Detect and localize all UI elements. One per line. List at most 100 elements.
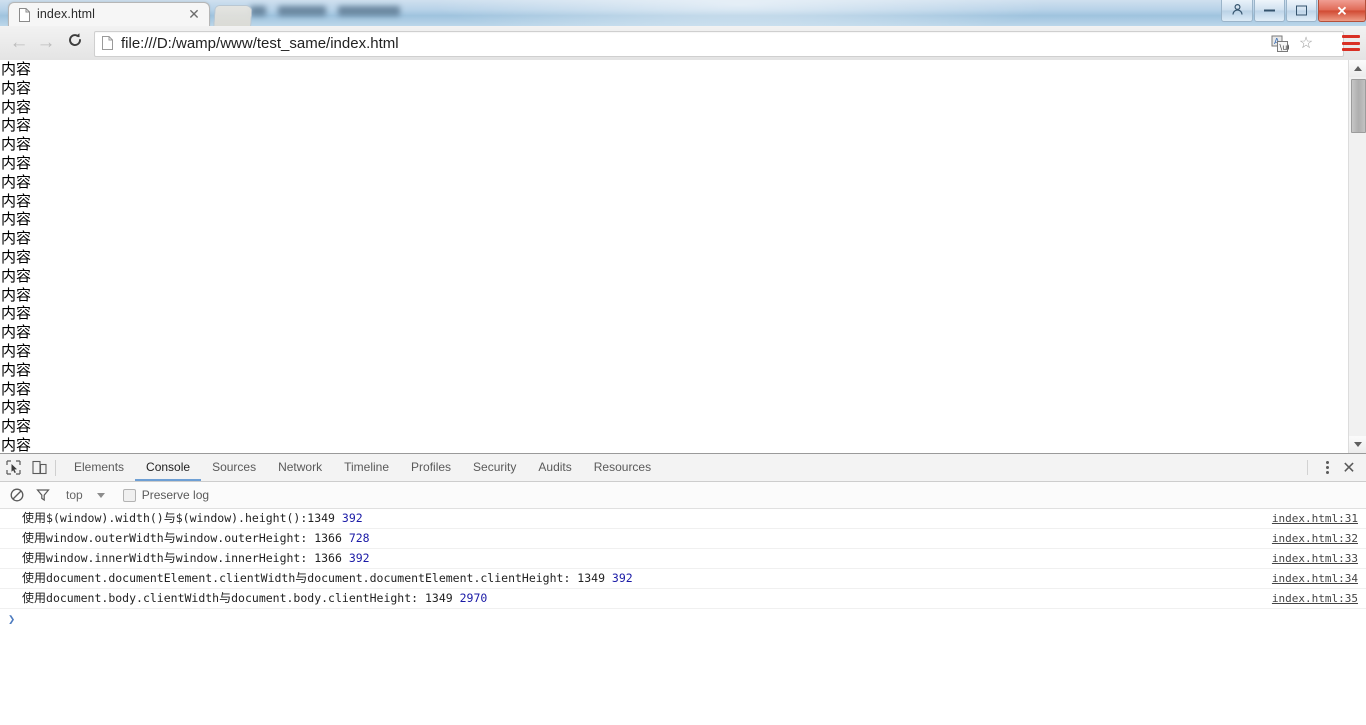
devtools-tab-label: Audits <box>538 459 572 474</box>
page-content-line: 内容 <box>1 266 32 285</box>
console-message-text: 使用document.documentElement.clientWidth与d… <box>0 569 633 588</box>
person-icon <box>1222 3 1252 19</box>
console-message-zh-mid: 与 <box>163 531 176 545</box>
devtools-tab-label: Console <box>146 459 191 474</box>
devtools-tab-network[interactable]: Network <box>267 454 333 481</box>
maximize-button[interactable] <box>1286 0 1317 22</box>
console-message-text: 使用window.outerWidth与window.outerHeight: … <box>0 529 370 548</box>
devtools-tab-label: Elements <box>74 459 125 474</box>
devtools-tab-label: Timeline <box>344 459 390 474</box>
console-message-source-link[interactable]: index.html:31 <box>1272 509 1358 528</box>
page-content-line: 内容 <box>1 60 32 78</box>
page-content-line: 内容 <box>1 398 32 417</box>
page-favicon-icon <box>19 8 30 22</box>
bookmark-star-icon[interactable]: ☆ <box>1297 35 1315 53</box>
user-profile-button[interactable] <box>1221 0 1253 22</box>
reload-icon <box>69 33 81 46</box>
address-bar[interactable]: file:///D:/wamp/www/test_same/index.html… <box>94 31 1344 57</box>
page-content-line: 内容 <box>1 116 32 135</box>
chrome-menu-button[interactable] <box>1342 35 1360 51</box>
console-message-row: 使用$(window).width()与$(window).height():1… <box>0 509 1366 529</box>
devtools-tab-profiles[interactable]: Profiles <box>400 454 462 481</box>
scroll-down-arrow[interactable] <box>1349 436 1366 453</box>
browser-toolbar: ← → file:///D:/wamp/www/test_same/index.… <box>0 26 1366 61</box>
console-message-zh-prefix: 使用 <box>22 551 47 565</box>
devtools-tab-resources[interactable]: Resources <box>583 454 662 481</box>
devtools-tabbar: Elements Console Sources Network Timeline Pro… <box>0 454 1366 482</box>
devtools-tab-console[interactable]: Console <box>135 454 202 481</box>
clear-console-icon <box>10 488 24 502</box>
console-message-text: 使用window.innerWidth与window.innerHeight: … <box>0 549 370 568</box>
page-content-line: 内容 <box>1 304 32 323</box>
console-message-source-link[interactable]: index.html:33 <box>1272 549 1358 568</box>
devtools-tab-label: Security <box>473 459 517 474</box>
devtools-tab-label: Resources <box>593 459 652 474</box>
clear-console-button[interactable] <box>6 484 28 506</box>
console-message-code-2: document.documentElement.clientHeight: 1… <box>307 571 612 585</box>
filter-button[interactable] <box>32 484 54 506</box>
devtools-tab-security[interactable]: Security <box>462 454 527 481</box>
console-input[interactable] <box>21 609 1366 629</box>
device-toolbar-button[interactable] <box>26 455 52 481</box>
device-toolbar-icon <box>31 460 47 475</box>
page-vertical-scrollbar[interactable] <box>1348 60 1366 453</box>
console-message-code: document.body.clientWidth <box>46 591 220 605</box>
devtools-tabbar-right: ✕ <box>1307 454 1362 481</box>
console-message-row: 使用document.body.clientWidth与document.bod… <box>0 589 1366 609</box>
scrollbar-thumb[interactable] <box>1351 79 1366 133</box>
console-message-number: 392 <box>341 511 363 525</box>
reload-button[interactable] <box>64 32 86 54</box>
console-message-zh-mid: 与 <box>163 551 176 565</box>
minimize-button[interactable] <box>1254 0 1285 22</box>
page-content-line: 内容 <box>1 323 32 342</box>
tab-close-icon[interactable]: ✕ <box>187 7 201 22</box>
scroll-up-arrow[interactable] <box>1349 60 1366 77</box>
page-content-line: 内容 <box>1 172 32 191</box>
svg-text:\u6587: \u6587 <box>1280 43 1290 52</box>
console-message-zh-mid: 与 <box>163 511 176 525</box>
new-tab-button[interactable] <box>213 5 253 26</box>
page-info-icon[interactable] <box>102 36 113 50</box>
inspect-element-button[interactable] <box>0 455 26 481</box>
console-message-code-2: window.outerHeight: 1366 <box>175 531 349 545</box>
console-message-source-link[interactable]: index.html:35 <box>1272 589 1358 608</box>
preserve-log-toggle[interactable]: Preserve log <box>122 488 210 502</box>
devtools-more-menu-button[interactable] <box>1318 459 1336 477</box>
title-bar: index.html ✕ ✕ <box>0 0 1366 26</box>
devtools-tab-elements[interactable]: Elements <box>63 454 135 481</box>
console-prompt-row[interactable]: ❯ <box>0 609 1366 629</box>
preserve-log-checkbox[interactable] <box>122 488 136 502</box>
page-content-line: 内容 <box>1 247 32 266</box>
console-context-label: top <box>66 488 83 502</box>
devtools-tab-label: Sources <box>212 459 257 474</box>
devtools-tab-sources[interactable]: Sources <box>201 454 267 481</box>
toolbar-divider <box>55 459 56 476</box>
console-message-number: 2970 <box>459 591 488 605</box>
inspect-cursor-icon <box>5 460 21 475</box>
page-content-line: 内容 <box>1 379 32 398</box>
console-context-selector[interactable]: top <box>66 488 105 502</box>
forward-button[interactable]: → <box>35 32 57 54</box>
console-message-zh-mid: 与 <box>295 571 308 585</box>
back-button[interactable]: ← <box>8 32 30 54</box>
console-message-number: 392 <box>611 571 633 585</box>
devtools-tab-timeline[interactable]: Timeline <box>333 454 400 481</box>
page-content: 内容 内容 内容 内容 内容 内容 内容 内容 内容 内容 内容 内容 内容 内容 内容 内容 内容 内容 内容 内容… <box>0 60 1349 453</box>
console-message-source-link[interactable]: index.html:32 <box>1272 529 1358 548</box>
close-window-button[interactable]: ✕ <box>1318 0 1366 22</box>
console-filter-bar: top Preserve log <box>0 482 1366 509</box>
console-message-zh-prefix: 使用 <box>22 511 47 525</box>
console-message-source-link[interactable]: index.html:34 <box>1272 569 1358 588</box>
page-content-line: 内容 <box>1 191 32 210</box>
blurred-window-title <box>250 4 490 18</box>
page-content-line: 内容 <box>1 153 32 172</box>
devtools-tab-audits[interactable]: Audits <box>527 454 582 481</box>
preserve-log-label: Preserve log <box>141 488 210 502</box>
page-content-line: 内容 <box>1 360 32 379</box>
devtools-panel: Elements Console Sources Network Timeline Pro… <box>0 453 1366 725</box>
devtools-close-button[interactable]: ✕ <box>1336 455 1362 481</box>
devtools-tab-label: Network <box>278 459 323 474</box>
page-content-line: 内容 <box>1 210 32 229</box>
browser-tab[interactable]: index.html ✕ <box>8 2 210 26</box>
translate-icon[interactable]: A \u6587 <box>1271 35 1308 53</box>
